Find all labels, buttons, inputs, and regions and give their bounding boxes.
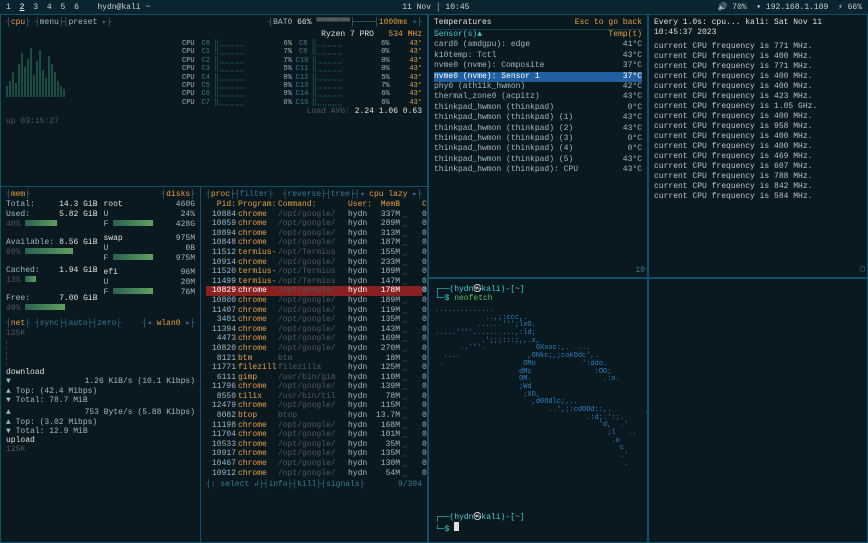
table-row[interactable]: 11796chrome/opt/google/hydn139M⣀0.0 [206,382,422,392]
table-row[interactable]: 10894chrome/opt/google/hydn313M⣀0.0 [206,229,422,239]
upload-icon: ▲ [6,408,11,418]
terminal-pane[interactable]: ┌──(hydn㉿kali)-[~] └─$ neofetch ........… [428,278,648,543]
table-row[interactable]: 11198chrome/opt/google/hydn168M⣀0.0 [206,421,422,431]
table-row[interactable]: 4473chrome/opt/google/hydn169M⣀0.0 [206,334,422,344]
cpu-graph [6,42,176,97]
table-row[interactable]: 11771filezillfilezillahydn125M⣀0.0 [206,363,422,373]
table-row[interactable]: 11520termius-/opt/Termiushydn189M⣀0.0 [206,267,422,277]
btop-pane[interactable]: ┤cpu├ ┤menu├┤preset ▸├ ┤BAT0 66% ▀▀▀▀▀▀▀… [0,14,428,543]
mem-section: ┤mem├┤disks├ Total:14.3 GiB Used:5.82 Gi… [1,187,201,542]
table-row[interactable]: 6111gimp/usr/bin/gimhydn110M⣀0.0 [206,373,422,383]
list-item[interactable]: nvme0 (nvme): Composite37°C [434,61,642,71]
list-item[interactable]: thinkpad_hwmon (thinkpad) (2)43°C [434,124,642,134]
top-bar: 1 2 3 4 5 6 hydn@kali ~ 11 Nov │ 10:45 🔊… [0,0,868,14]
table-row[interactable]: 11407chrome/opt/google/hydn119M⣀0.0 [206,306,422,316]
watch-pane[interactable]: Every 1.0s: cpu... kali: Sat Nov 11 10:4… [648,14,868,278]
table-row[interactable]: 10859chrome/opt/google/hydn289M⣀0.0 [206,219,422,229]
table-row[interactable]: 3401chrome/opt/google/hydn135M⣀0.0 [206,315,422,325]
table-row[interactable]: 10467chrome/opt/google/hydn130M⣀0.0 [206,459,422,469]
table-row[interactable]: 8121btmbtmhydn18M⣀0.0 [206,354,422,364]
list-item[interactable]: thinkpad_hwmon (thinkpad) (1)43°C [434,113,642,123]
table-row[interactable]: 10533chrome/opt/google/hydn35M⣀0.0 [206,440,422,450]
list-item[interactable]: thinkpad_hwmon (thinkpad)0°C [434,103,642,113]
list-item[interactable]: thinkpad_hwmon (thinkpad) (3)0°C [434,134,642,144]
scroll-indicator: ▢ [860,265,865,275]
table-row[interactable]: 10914chrome/opt/google/hydn233M⣀0.0 [206,258,422,268]
list-item[interactable]: card0 (amdgpu): edge41°C [434,40,642,50]
table-row[interactable]: 11499termius-/opt/Termiushydn147M⣀0.0 [206,277,422,287]
user-label: hydn@kali ~ [97,3,150,12]
list-item[interactable]: thinkpad_hwmon (thinkpad) (4)0°C [434,144,642,154]
net-graph-dl [6,341,195,365]
list-item[interactable]: thermal_zone0 (acpitz)43°C [434,92,642,102]
table-row[interactable]: 12479chrome/opt/google/hydn115M⣀0.0 [206,401,422,411]
table-row[interactable]: 10829chrome/opt/google/hydn178M⣀0.0 [206,286,422,296]
scroll-indicator: 10 [635,266,645,275]
workspace-switcher[interactable]: 1 2 3 4 5 6 hydn@kali ~ [6,3,154,12]
table-row[interactable]: 8082btopbtophydn13.7M⣀0.0 [206,411,422,421]
table-row[interactable]: 10820chrome/opt/google/hydn270M⣀0.0 [206,344,422,354]
table-row[interactable]: 8550tilix/usr/bin/tilhydn78M⣀0.0 [206,392,422,402]
kali-logo-ascii: .............. ..,;:ccc,. ......''';lxO.… [435,307,637,507]
speaker-icon: 🔊 [717,3,727,12]
table-row[interactable]: 10917chrome/opt/google/hydn135M⣀0.0 [206,449,422,459]
table-row[interactable]: 10848chrome/opt/google/hydn187M⣀0.0 [206,238,422,248]
list-item[interactable]: nvme0 (nvme): Sensor 137°C [434,72,642,82]
table-row[interactable]: 11512termius-/opt/Termiushydn155M⣀0.7 [206,248,422,258]
proc-section[interactable]: ┤proc├┤filter├┤reverse├┤tree├┤◂ cpu lazy… [201,187,427,542]
table-row[interactable]: 10800chrome/opt/google/hydn189M⣀0.0 [206,296,422,306]
proc-header: Pid:Program:Command:User:MemBCpu% [206,200,422,210]
list-item[interactable]: thinkpad_hwmon (thinkpad): CPU43°C [434,165,642,175]
status-right: 🔊 70% ▾ 192.168.1.109 ⚡ 66% [717,2,862,12]
clock: 11 Nov │ 10:45 [402,3,469,12]
download-icon: ▼ [6,377,11,387]
sensors-pane[interactable]: Temperatures Esc to go back Sensor(s)▲Te… [428,14,648,278]
cursor [454,522,459,531]
battery-icon: ⚡ [838,3,843,12]
neofetch-overflow-pane [648,278,868,543]
table-row[interactable]: 11704chrome/opt/google/hydn101M⣀0.0 [206,430,422,440]
list-item[interactable]: phy0 (ath11k_hwmon)42°C [434,82,642,92]
list-item[interactable]: k10temp: Tctl43°C [434,51,642,61]
wifi-icon: ▾ [756,3,761,12]
list-item[interactable]: thinkpad_hwmon (thinkpad) (5)43°C [434,155,642,165]
table-row[interactable]: 10884chrome/opt/google/hydn337M⣀0.0 [206,210,422,220]
table-row[interactable]: 10912chrome/opt/google/hydn54M⣀0.0 [206,469,422,479]
table-row[interactable]: 11394chrome/opt/google/hydn143M⣀0.0 [206,325,422,335]
